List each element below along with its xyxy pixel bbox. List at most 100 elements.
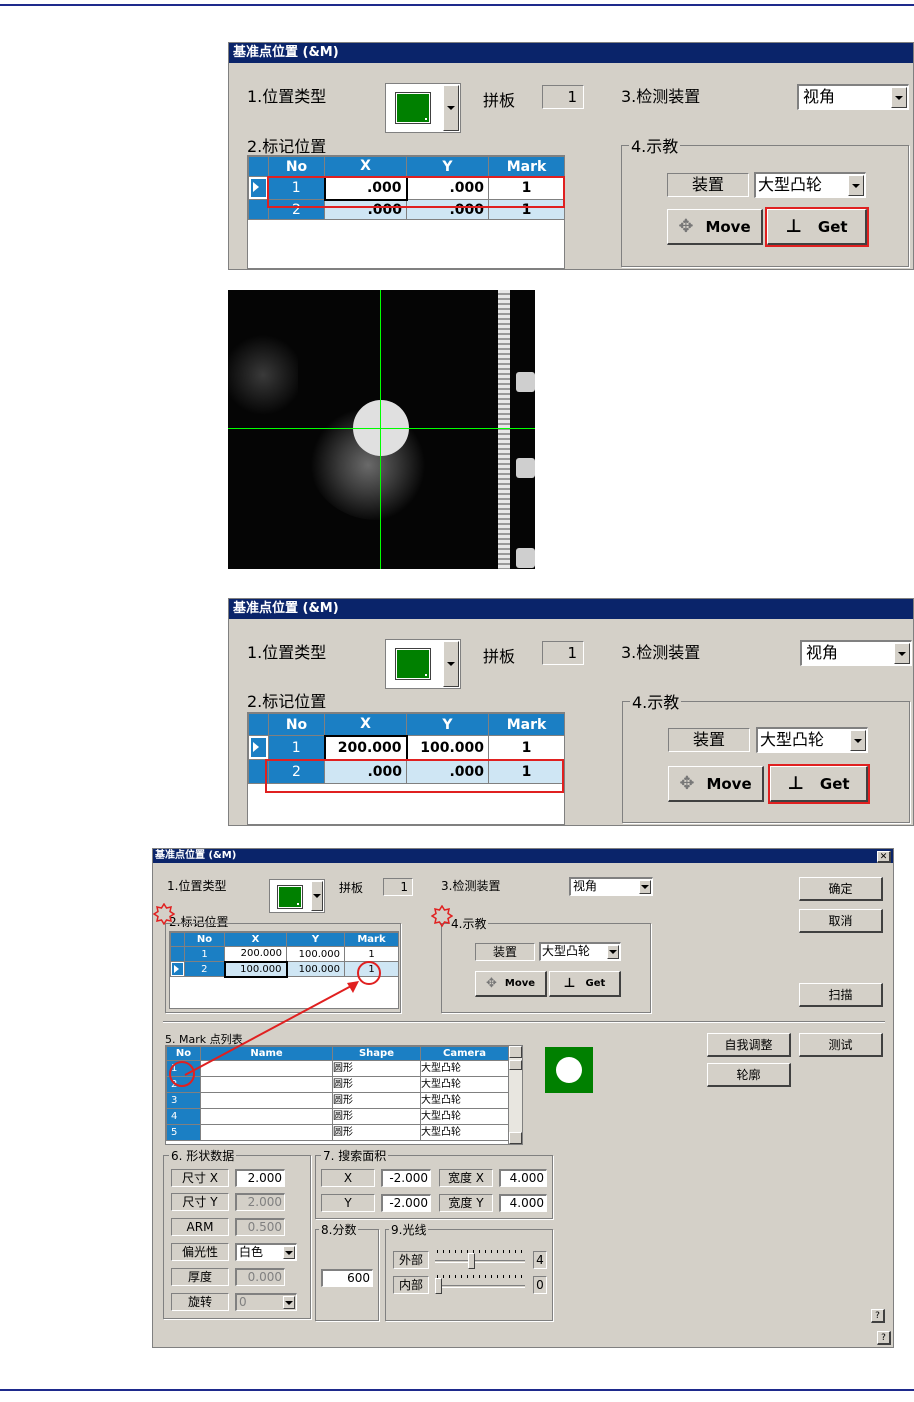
- chevron-down-icon[interactable]: [443, 85, 459, 131]
- close-button[interactable]: ✕: [877, 851, 891, 863]
- ok-label: 确定: [828, 882, 853, 896]
- chevron-down-icon[interactable]: [848, 175, 864, 196]
- width-x-field[interactable]: 4.000: [499, 1169, 547, 1187]
- cell-mark[interactable]: 1: [344, 946, 399, 962]
- edge-pad: [516, 458, 535, 478]
- cell-camera[interactable]: 大型凸轮: [420, 1092, 509, 1109]
- scroll-thumb[interactable]: [509, 1060, 522, 1070]
- arm-label: ARM: [171, 1218, 229, 1236]
- cell-x[interactable]: 200.000: [224, 946, 287, 962]
- scroll-up-button[interactable]: [509, 1046, 522, 1058]
- chevron-down-icon[interactable]: [850, 730, 866, 751]
- search-y-field[interactable]: -2.000: [381, 1194, 431, 1212]
- scrollbar[interactable]: [508, 1046, 522, 1144]
- width-y-label: 宽度 Y: [439, 1194, 493, 1212]
- chevron-down-icon[interactable]: [283, 1296, 295, 1309]
- scroll-down-button[interactable]: [509, 1132, 522, 1144]
- position-type-dropdown[interactable]: [385, 83, 461, 133]
- cell-mark[interactable]: 1: [488, 735, 565, 760]
- detect-select[interactable]: 视角: [800, 640, 912, 666]
- cell-y[interactable]: 100.000: [406, 735, 489, 760]
- cell-x[interactable]: 200.000: [323, 734, 408, 761]
- cell-camera[interactable]: 大型凸轮: [420, 1108, 509, 1125]
- move-button[interactable]: ✥ Move: [667, 209, 763, 245]
- position-type-dropdown[interactable]: [269, 879, 325, 913]
- move-label: Move: [705, 217, 751, 236]
- row-selector[interactable]: [248, 199, 269, 220]
- cell-name[interactable]: [200, 1092, 333, 1109]
- list-item[interactable]: 2 圆形 大型凸轮: [166, 1076, 509, 1093]
- cell-camera[interactable]: 大型凸轮: [420, 1124, 509, 1141]
- get-button[interactable]: ⊥ Get: [549, 971, 621, 997]
- chevron-down-icon[interactable]: [894, 643, 910, 664]
- slider-thumb[interactable]: [468, 1253, 475, 1269]
- chevron-down-icon[interactable]: [311, 881, 323, 911]
- slider-thumb[interactable]: [435, 1278, 442, 1294]
- chevron-down-icon[interactable]: [443, 641, 459, 687]
- device-select[interactable]: 大型凸轮: [756, 727, 868, 753]
- cell-name[interactable]: [200, 1108, 333, 1125]
- cell-shape[interactable]: 圆形: [332, 1108, 421, 1125]
- thickness-field[interactable]: 0.000: [235, 1268, 285, 1286]
- size-y-label: 尺寸 Y: [171, 1193, 229, 1211]
- detect-value: 视角: [806, 643, 839, 662]
- move-button[interactable]: ✥ Move: [668, 766, 764, 802]
- ok-button[interactable]: 确定: [799, 877, 883, 901]
- get-label: Get: [585, 978, 606, 989]
- self-adjust-button[interactable]: 自我调整: [707, 1033, 791, 1057]
- chevron-down-icon[interactable]: [607, 945, 619, 959]
- chevron-down-icon[interactable]: [283, 1246, 295, 1259]
- panel-label: 拼板: [483, 91, 516, 110]
- score-field[interactable]: 600: [321, 1269, 373, 1287]
- size-x-field[interactable]: 2.000: [235, 1169, 285, 1187]
- footer-rule: [0, 1389, 914, 1391]
- scan-button[interactable]: 扫描: [799, 983, 883, 1007]
- test-button[interactable]: 测试: [799, 1033, 883, 1057]
- corner-cell: [170, 932, 185, 947]
- list-item[interactable]: 4 圆形 大型凸轮: [166, 1108, 509, 1125]
- width-y-field[interactable]: 4.000: [499, 1194, 547, 1212]
- size-y-field[interactable]: 2.000: [235, 1193, 285, 1211]
- device-value: 大型凸轮: [542, 944, 591, 958]
- row-selector[interactable]: [170, 961, 185, 977]
- cell-x[interactable]: 100.000: [223, 960, 288, 978]
- device-select[interactable]: 大型凸轮: [754, 172, 866, 198]
- arm-field[interactable]: 0.500: [235, 1218, 285, 1236]
- detect-select[interactable]: 视角: [797, 84, 909, 110]
- row-selector[interactable]: [248, 735, 269, 760]
- chevron-down-icon[interactable]: [639, 880, 651, 894]
- outer-slider[interactable]: [435, 1250, 525, 1269]
- cell-name[interactable]: [200, 1124, 333, 1141]
- panel-value: 1: [383, 878, 413, 896]
- row-selector[interactable]: [170, 946, 185, 962]
- move-button[interactable]: ✥ Move: [475, 971, 547, 997]
- cell-shape[interactable]: 圆形: [332, 1124, 421, 1141]
- device-label: 装置: [475, 943, 535, 961]
- contour-button[interactable]: 轮廓: [707, 1063, 791, 1087]
- device-select[interactable]: 大型凸轮: [539, 942, 621, 961]
- cell-name[interactable]: [200, 1076, 333, 1093]
- cancel-button[interactable]: 取消: [799, 909, 883, 933]
- inner-slider[interactable]: [435, 1275, 525, 1294]
- table-row[interactable]: 1 200.000 100.000 1: [248, 734, 565, 761]
- cell-camera[interactable]: 大型凸轮: [420, 1076, 509, 1093]
- cell-y[interactable]: 100.000: [286, 946, 345, 962]
- table-row[interactable]: 1 200.000 100.000 1: [170, 946, 399, 962]
- cell-camera[interactable]: 大型凸轮: [420, 1060, 509, 1077]
- help-button[interactable]: ?: [871, 1309, 885, 1323]
- list-item[interactable]: 5 圆形 大型凸轮: [166, 1124, 509, 1141]
- row-selector[interactable]: [248, 176, 269, 200]
- chevron-down-icon[interactable]: [891, 87, 907, 108]
- cell-shape[interactable]: 圆形: [332, 1076, 421, 1093]
- cell-shape[interactable]: 圆形: [332, 1092, 421, 1109]
- help-button[interactable]: ?: [877, 1331, 891, 1345]
- rotate-select[interactable]: 0: [235, 1293, 297, 1311]
- detect-select[interactable]: 视角: [569, 877, 653, 896]
- search-x-field[interactable]: -2.000: [381, 1169, 431, 1187]
- list-item[interactable]: 3 圆形 大型凸轮: [166, 1092, 509, 1109]
- polarity-select[interactable]: 白色: [235, 1243, 297, 1261]
- cell-y[interactable]: 100.000: [286, 961, 345, 977]
- rotate-label: 旋转: [171, 1293, 229, 1311]
- corner-cell: [248, 713, 269, 736]
- position-type-dropdown[interactable]: [385, 639, 461, 689]
